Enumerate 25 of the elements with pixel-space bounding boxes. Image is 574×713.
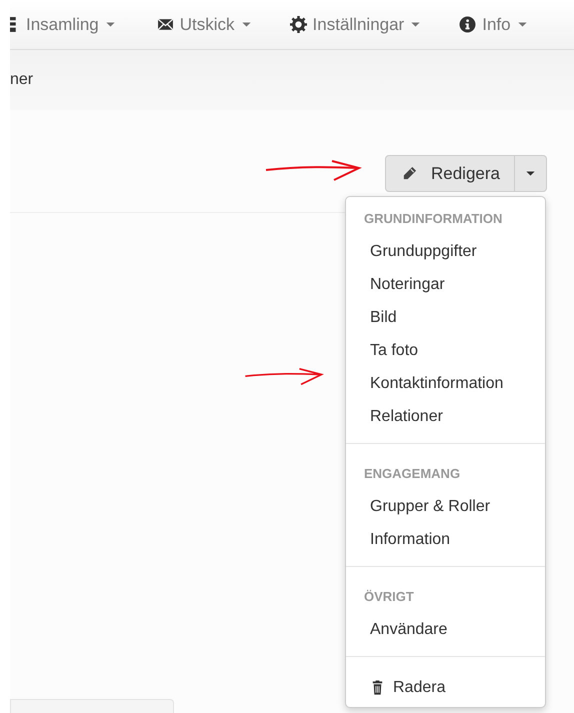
menu-item[interactable]: Ta foto [346,334,545,367]
menu-item[interactable]: Användare [346,613,545,646]
dropdown-toggle[interactable] [515,155,547,192]
menu-section-header: GRUNDINFORMATION [363,210,504,228]
menu-item[interactable]: Relationer [346,400,545,433]
edit-button[interactable]: Redigera [385,155,515,192]
menu-item[interactable]: Noteringar [346,268,545,301]
menu-item[interactable]: Bild [346,301,545,334]
pencil-icon [402,166,417,181]
nav-menu[interactable]: Info [459,14,528,34]
menu-item[interactable]: Grupper & Roller [346,490,545,523]
mail-icon [156,16,174,33]
nav-menu[interactable]: Utskick [156,14,252,34]
menu-section-header: ÖVRIGT [363,588,415,606]
menu-item[interactable]: Radera [346,671,545,704]
breadcrumb-text: ner [10,71,34,89]
trash-icon [370,680,385,696]
nav-menu[interactable]: Inställningar [290,14,422,34]
menu-section-header: ENGAGEMANG [363,465,462,483]
menu-item[interactable]: Information [346,523,545,556]
settings-icon [290,16,307,33]
nav-menu[interactable]: Insamling [10,14,116,34]
info-icon [459,16,476,33]
menu-item[interactable]: Grunduppgifter [346,235,545,268]
menu-item[interactable]: Kontaktinformation [346,367,545,400]
